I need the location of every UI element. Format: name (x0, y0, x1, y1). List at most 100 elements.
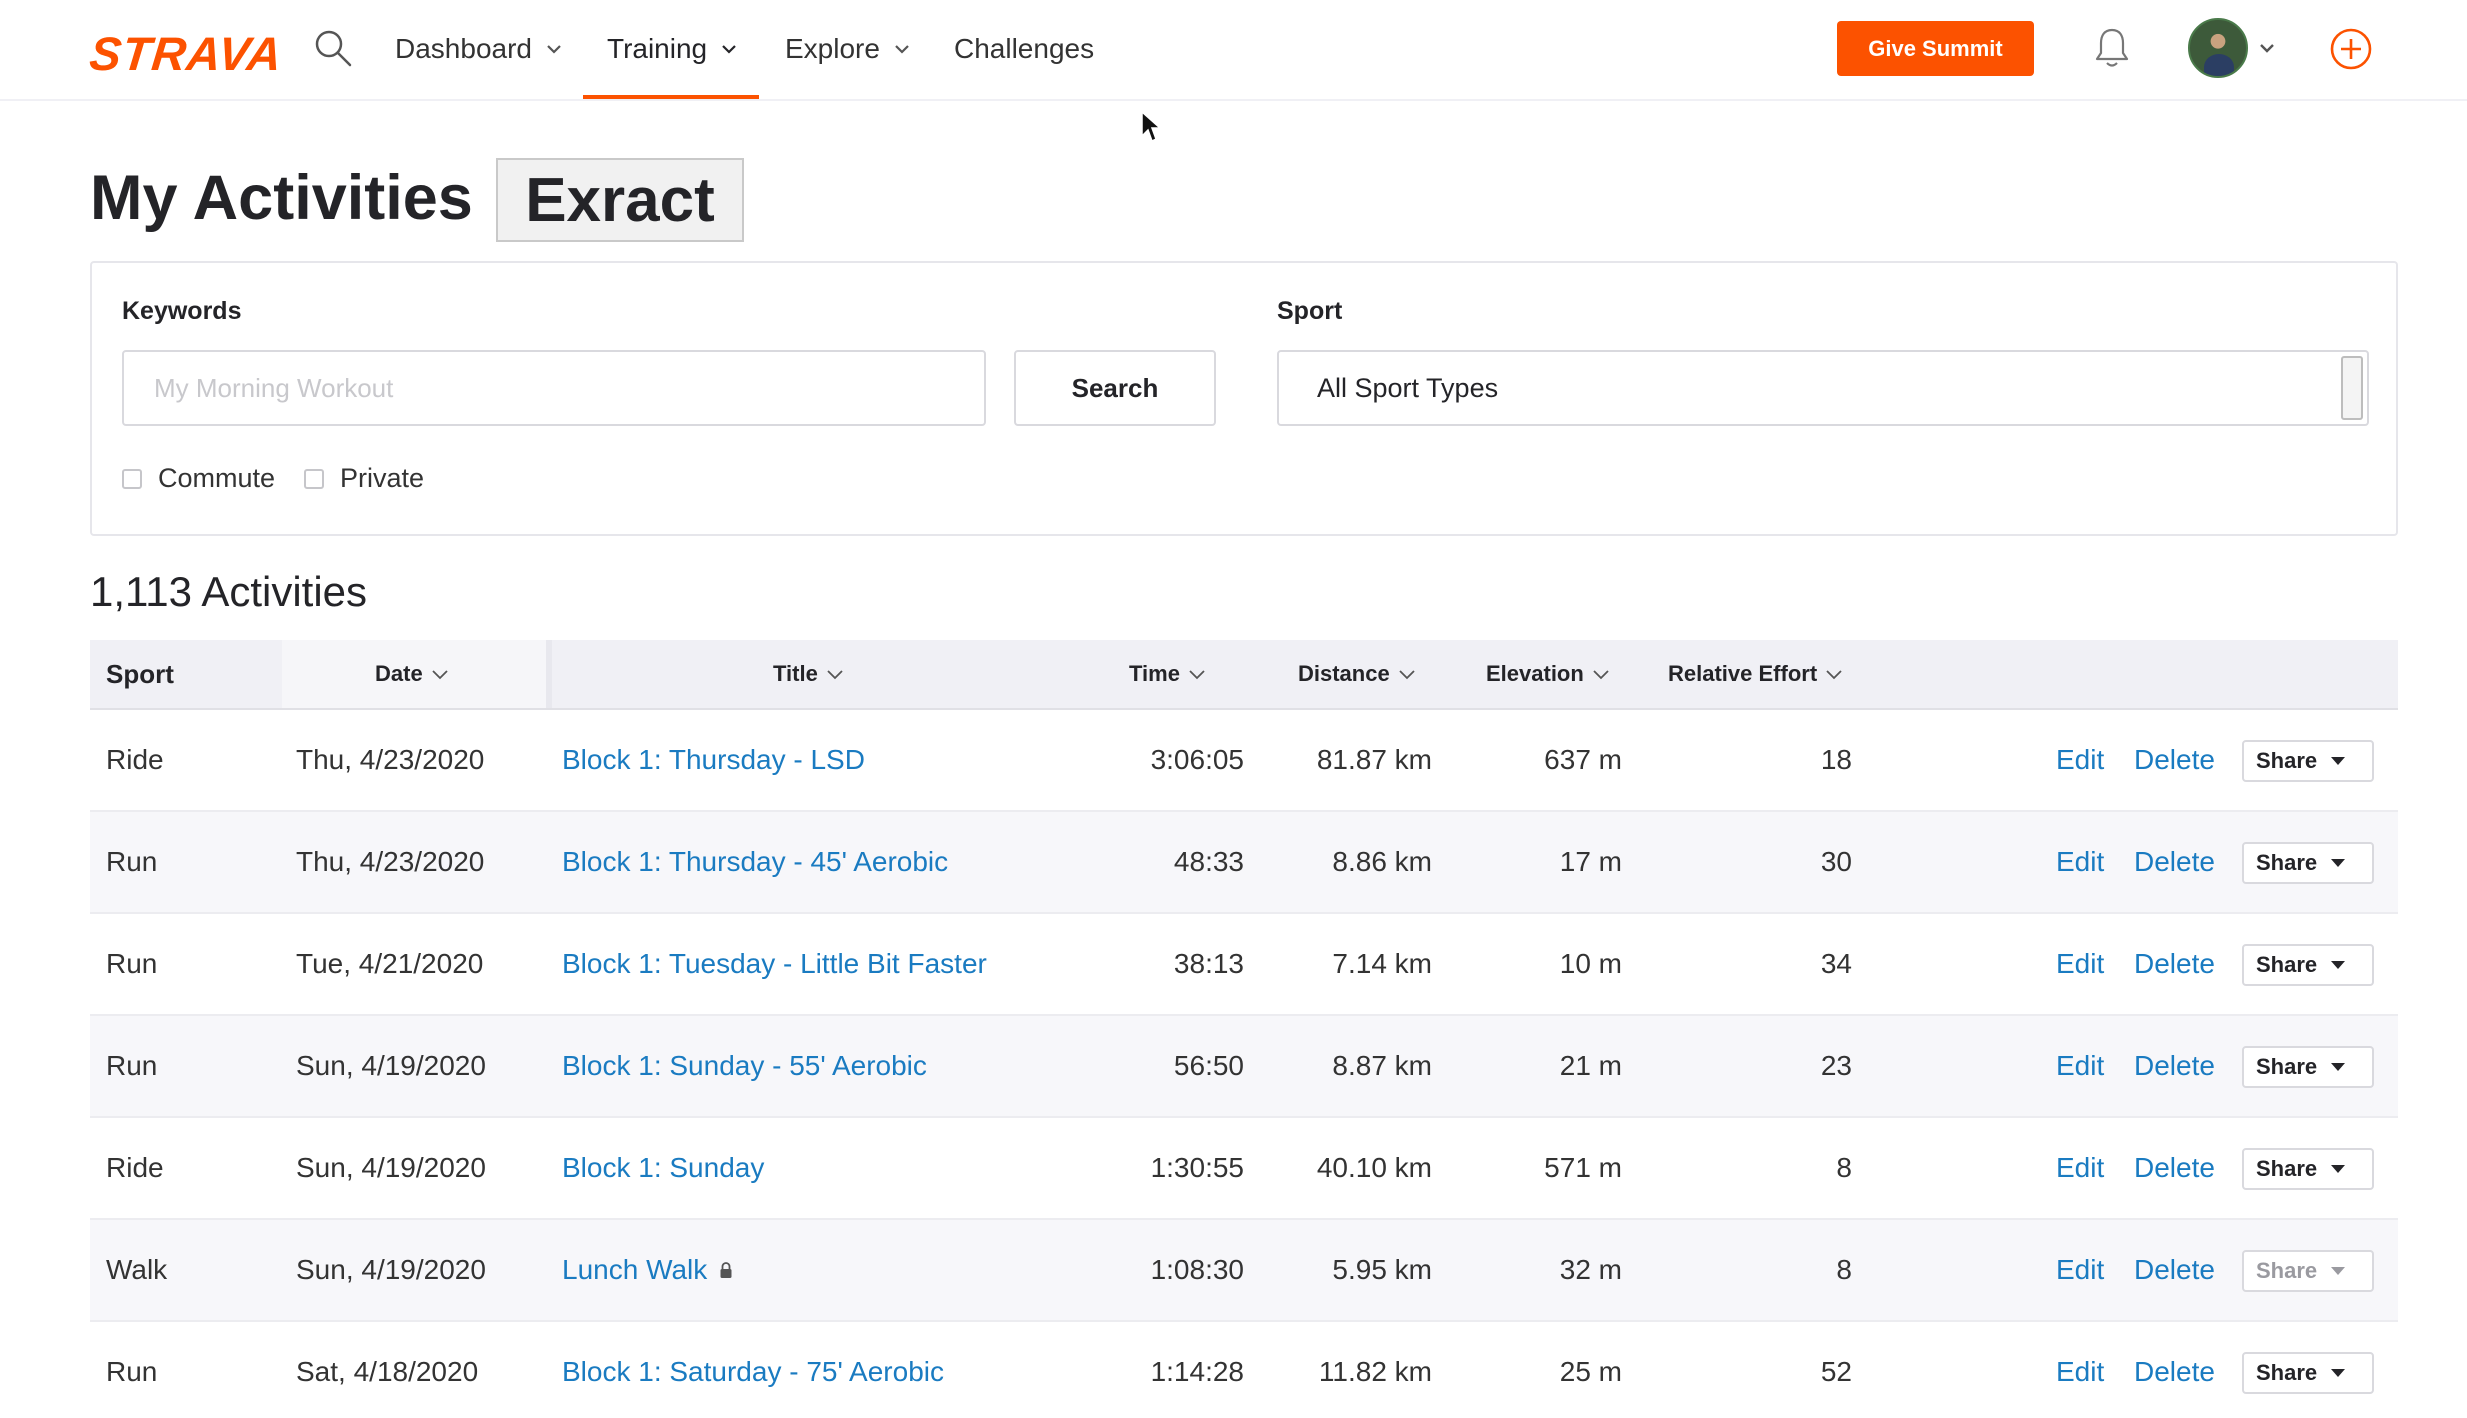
add-circle-icon[interactable] (2329, 27, 2373, 71)
table-row: Walk Sun, 4/19/2020 Lunch Walk 1:08:30 5… (90, 1220, 2398, 1322)
private-checkbox-box[interactable] (304, 468, 324, 489)
activity-title-link[interactable]: Block 1: Sunday - 55' Aerobic (562, 1016, 927, 1116)
chevron-down-icon (895, 45, 909, 54)
keywords-input[interactable] (122, 350, 986, 426)
chevron-down-icon[interactable] (2258, 40, 2276, 56)
activity-title-text: Block 1: Sunday (562, 1152, 765, 1183)
cell-relative-effort: 8 (1836, 1152, 1852, 1183)
share-label: Share (2256, 748, 2318, 773)
cell-distance: 40.10 km (1316, 1152, 1432, 1183)
share-label: Share (2256, 1258, 2318, 1283)
cell-time: 1:08:30 (1150, 1254, 1244, 1285)
edit-link[interactable]: Edit (2056, 812, 2104, 912)
activity-title-link[interactable]: Block 1: Sunday (562, 1118, 764, 1218)
cell-date: Tue, 4/21/2020 (296, 948, 484, 979)
activity-title-link[interactable]: Block 1: Tuesday - Little Bit Faster (562, 914, 987, 1014)
cell-date: Thu, 4/23/2020 (296, 846, 485, 877)
share-label: Share (2256, 952, 2318, 977)
edit-link[interactable]: Edit (2056, 1220, 2104, 1320)
delete-link[interactable]: Delete (2134, 1118, 2215, 1218)
activity-title-link[interactable]: Block 1: Thursday - 45' Aerobic (562, 812, 948, 912)
column-header-time[interactable]: Time (1129, 640, 1206, 708)
private-label: Private (340, 463, 425, 493)
cell-date: Sun, 4/19/2020 (296, 1254, 486, 1285)
delete-link[interactable]: Delete (2134, 812, 2215, 912)
sort-chevron-icon (1399, 670, 1415, 680)
caret-down-icon (2331, 859, 2346, 867)
table-row: Run Tue, 4/21/2020 Block 1: Tuesday - Li… (90, 914, 2398, 1016)
cell-relative-effort: 52 (1820, 1356, 1852, 1387)
column-header-effort-label: Relative Effort (1668, 661, 1818, 686)
cell-sport: Ride (106, 744, 164, 775)
column-header-time-label: Time (1129, 661, 1180, 686)
edit-link[interactable]: Edit (2056, 1322, 2104, 1418)
filter-panel: Keywords Search Sport All Sport Types Co… (90, 261, 2398, 536)
commute-checkbox[interactable]: Commute (122, 463, 275, 494)
strava-logo[interactable]: STRAVA (87, 26, 285, 81)
delete-link[interactable]: Delete (2134, 710, 2215, 810)
share-button[interactable]: Share (2242, 842, 2374, 884)
activity-count: 1,113 Activities (90, 568, 368, 615)
nav-dashboard[interactable]: Dashboard (395, 32, 562, 66)
lock-icon (720, 1262, 732, 1278)
avatar[interactable] (2188, 18, 2248, 78)
cell-distance: 8.86 km (1332, 846, 1432, 877)
activity-title-link[interactable]: Lunch Walk (562, 1220, 733, 1320)
table-row: Run Sun, 4/19/2020 Block 1: Sunday - 55'… (90, 1016, 2398, 1118)
search-icon[interactable] (313, 28, 353, 68)
share-button[interactable]: Share (2242, 740, 2374, 782)
caret-down-icon (2331, 757, 2346, 765)
cell-date: Sun, 4/19/2020 (296, 1152, 486, 1183)
edit-link[interactable]: Edit (2056, 710, 2104, 810)
nav-explore[interactable]: Explore (785, 32, 910, 66)
nav-training[interactable]: Training (607, 32, 737, 66)
delete-link[interactable]: Delete (2134, 1322, 2215, 1418)
activity-title-text: Block 1: Tuesday - Little Bit Faster (562, 948, 987, 979)
sort-chevron-icon (1189, 670, 1205, 680)
share-button[interactable]: Share (2242, 1046, 2374, 1088)
column-header-distance[interactable]: Distance (1298, 640, 1416, 708)
edit-link[interactable]: Edit (2056, 1016, 2104, 1116)
cell-time: 3:06:05 (1150, 744, 1244, 775)
sport-label: Sport (1277, 297, 1343, 325)
cell-date: Sat, 4/18/2020 (296, 1356, 479, 1387)
column-header-elevation[interactable]: Elevation (1486, 640, 1610, 708)
column-header-date[interactable]: Date (375, 640, 449, 708)
activity-title-link[interactable]: Block 1: Saturday - 75' Aerobic (562, 1322, 944, 1418)
cell-sport: Run (106, 1356, 158, 1387)
cell-distance: 11.82 km (1318, 1356, 1432, 1387)
column-header-title[interactable]: Title (773, 640, 844, 708)
nav-dashboard-label: Dashboard (395, 33, 532, 64)
cell-elevation: 571 m (1544, 1152, 1622, 1183)
cell-elevation: 637 m (1544, 744, 1622, 775)
give-summit-button[interactable]: Give Summit (1837, 21, 2034, 76)
edit-link[interactable]: Edit (2056, 1118, 2104, 1218)
delete-link[interactable]: Delete (2134, 1220, 2215, 1320)
column-header-date-label: Date (375, 661, 423, 686)
edit-link[interactable]: Edit (2056, 914, 2104, 1014)
nav-challenges-label: Challenges (954, 33, 1095, 64)
delete-link[interactable]: Delete (2134, 914, 2215, 1014)
commute-checkbox-box[interactable] (122, 468, 142, 489)
share-button[interactable]: Share (2242, 1352, 2374, 1394)
activity-title-link[interactable]: Block 1: Thursday - LSD (562, 710, 865, 810)
private-checkbox[interactable]: Private (304, 463, 424, 494)
cell-time: 56:50 (1173, 1050, 1244, 1081)
share-button[interactable]: Share (2242, 944, 2374, 986)
nav-challenges[interactable]: Challenges (954, 32, 1094, 66)
select-handle[interactable] (2341, 356, 2363, 420)
overlay-label: Exract (496, 158, 744, 242)
cell-relative-effort: 30 (1820, 846, 1852, 877)
bell-icon[interactable] (2092, 26, 2132, 70)
activity-title-text: Lunch Walk (562, 1254, 708, 1285)
share-button[interactable]: Share (2242, 1148, 2374, 1190)
cell-elevation: 17 m (1559, 846, 1622, 877)
cell-distance: 7.14 km (1332, 948, 1432, 979)
delete-link[interactable]: Delete (2134, 1016, 2215, 1116)
column-header-relative-effort[interactable]: Relative Effort (1668, 640, 1843, 708)
cell-sport: Walk (106, 1254, 168, 1285)
search-button[interactable]: Search (1014, 350, 1216, 426)
sport-select[interactable]: All Sport Types (1277, 350, 2369, 426)
table-header: Sport Date Title Time Distance Elevation… (90, 640, 2398, 710)
cell-distance: 81.87 km (1316, 744, 1432, 775)
